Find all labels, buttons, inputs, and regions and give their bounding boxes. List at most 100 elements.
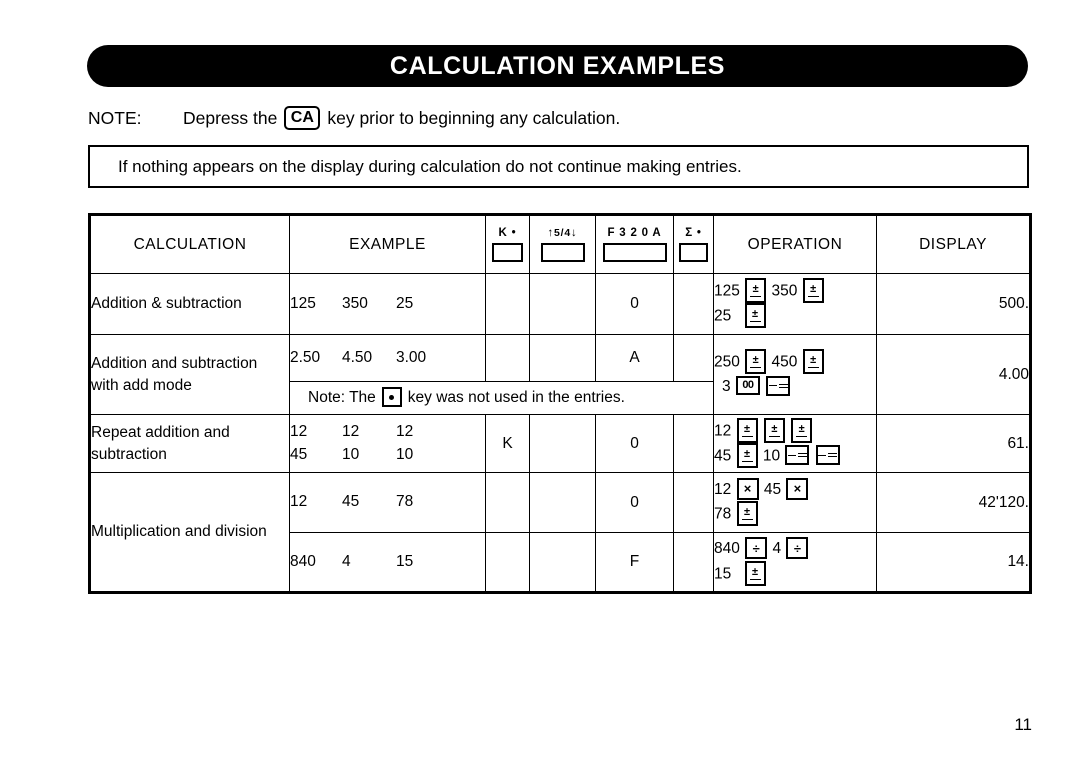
page-title: CALCULATION EXAMPLES <box>389 51 726 80</box>
row1-example: 125 350 25 <box>289 273 486 335</box>
calculation-examples-table: CALCULATION EXAMPLE K • ↑5/4↓ F 3 2 0 A … <box>88 213 1032 594</box>
row3-rounding-switch <box>529 414 596 473</box>
double-zero-key-icon: 00 <box>735 376 760 396</box>
warning-box: If nothing appears on the display during… <box>88 145 1029 188</box>
row2-note-before: Note: The <box>308 389 376 406</box>
row3-example: 12 12 12 45 10 10 <box>289 414 486 473</box>
row1-operation: 125 ± 350 ± 25 ± <box>713 273 877 335</box>
row3-operation: 12 ± ± ± 45 ± 10 <box>713 414 877 473</box>
row3-example-r2-num-1: 45 <box>290 445 308 463</box>
row3-op-entry-1: 12 <box>714 422 732 440</box>
row5-example-num-3: 15 <box>396 552 414 570</box>
row5-decimal-switch: F <box>595 532 674 593</box>
row3-example-r1-num-1: 12 <box>290 423 308 441</box>
row4-decimal-switch: 0 <box>595 472 674 533</box>
row1-display: 500. <box>876 273 1031 335</box>
table-row: Multiplication and division 12 45 78 0 12 … <box>89 472 1031 593</box>
grand-total-switch-box-icon <box>679 242 708 262</box>
row4-op-entry-1: 12 <box>714 480 732 498</box>
row5-example-num-2: 4 <box>342 552 351 570</box>
k-switch-label: K • <box>498 227 517 240</box>
decimal-switch-label: F 3 2 0 A <box>607 227 662 240</box>
row1-decimal-switch: 0 <box>595 273 674 335</box>
table-header-row: CALCULATION EXAMPLE K • ↑5/4↓ F 3 2 0 A … <box>89 214 1031 274</box>
rounding-switch-box-icon <box>540 242 585 262</box>
row1-sigma-switch <box>673 273 714 335</box>
plus-equals-key-icon: ± <box>791 417 813 443</box>
row2-k-switch <box>485 334 530 382</box>
row5-op-entry-2: 4 <box>772 540 782 558</box>
multiply-key-icon: × <box>736 477 759 500</box>
plus-equals-key-icon: ± <box>736 442 758 468</box>
row4-k-switch <box>485 472 530 533</box>
row4-sigma-switch <box>673 472 714 533</box>
minus-equals-key-icon <box>785 445 810 465</box>
row5-op-entry-1: 840 <box>714 540 740 558</box>
row2-sigma-switch <box>673 334 714 382</box>
note-text-after: key prior to beginning any calculation. <box>327 107 621 128</box>
row1-example-num-2: 350 <box>342 294 368 312</box>
row4-op-entry-3: 78 <box>714 505 732 523</box>
row3-example-r2-num-2: 10 <box>342 445 360 463</box>
row5-op-entry-3: 15 <box>714 565 732 583</box>
row2-decimal-switch: A <box>595 334 674 382</box>
row5-operation: 840 ÷ 4 ÷ 15 ± <box>713 532 877 593</box>
row1-op-entry-2: 350 <box>771 282 798 300</box>
row1-rounding-switch <box>529 273 596 335</box>
plus-equals-key-icon: ± <box>744 560 766 586</box>
header-grand-total-switch: Σ • <box>673 214 714 274</box>
header-operation: OPERATION <box>713 214 877 274</box>
row3-example-r1-num-2: 12 <box>342 423 360 441</box>
plus-equals-key-icon: ± <box>736 501 758 526</box>
row1-example-num-3: 25 <box>396 294 414 312</box>
row3-example-r1-num-3: 12 <box>396 423 414 441</box>
row2-example-num-2: 4.50 <box>342 348 373 366</box>
row2-op-entry-1: 250 <box>714 353 740 371</box>
row2-note-after: key was not used in the entries. <box>407 389 625 406</box>
row3-example-r2-num-3: 10 <box>396 445 414 463</box>
multiply-key-icon: × <box>786 477 809 500</box>
row5-example-num-1: 840 <box>290 552 316 570</box>
row4-example: 12 45 78 <box>289 472 486 533</box>
plus-equals-key-icon: ± <box>802 278 824 303</box>
decimal-point-key-icon <box>381 387 402 407</box>
plus-equals-key-icon: ± <box>763 417 785 443</box>
header-calculation: CALCULATION <box>89 214 290 274</box>
minus-equals-key-icon <box>766 375 791 396</box>
row2-example-note-cell: Note: The key was not used in the entrie… <box>289 381 714 415</box>
table-row: Addition & subtraction 125 350 25 0 125 ± … <box>89 273 1031 335</box>
row2-op-entry-2: 450 <box>771 353 798 371</box>
row4-display: 42'120. <box>876 472 1031 533</box>
note-line: NOTE: Depress the CA key prior to beginn… <box>88 103 1029 133</box>
divide-key-icon: ÷ <box>786 537 809 560</box>
row1-calculation: Addition & subtraction <box>89 273 290 335</box>
row3-k-switch: K <box>485 414 530 473</box>
row4-example-num-2: 45 <box>342 493 360 511</box>
row4-example-num-1: 12 <box>290 493 308 511</box>
plus-equals-key-icon: ± <box>745 348 767 374</box>
row4-rounding-switch <box>529 472 596 533</box>
row4-operation: 12 × 45 × 78 ± <box>713 472 877 533</box>
row1-example-num-1: 125 <box>290 294 316 312</box>
ca-key-icon: CA <box>284 106 321 130</box>
row1-k-switch <box>485 273 530 335</box>
grand-total-switch-label: Σ • <box>685 227 702 240</box>
k-switch-box-icon <box>492 242 523 262</box>
row3-op-entry-3: 10 <box>762 447 781 465</box>
row5-sigma-switch <box>673 532 714 593</box>
rounding-switch-label: ↑5/4↓ <box>547 227 578 240</box>
page-title-banner: CALCULATION EXAMPLES <box>87 45 1028 87</box>
row2-example-num-1: 2.50 <box>290 348 321 366</box>
row2-op-entry-3: 3 <box>722 377 731 395</box>
header-rounding-switch: ↑5/4↓ <box>529 214 596 274</box>
row3-op-entry-2: 45 <box>714 447 732 465</box>
row3-sigma-switch <box>673 414 714 473</box>
header-k-switch: K • <box>485 214 530 274</box>
row5-rounding-switch <box>529 532 596 593</box>
row2-calculation: Addition and subtraction with add mode <box>89 334 290 415</box>
decimal-switch-box-icon <box>602 242 667 262</box>
row2-example-num-3: 3.00 <box>396 348 427 366</box>
row4-calculation: Multiplication and division <box>89 472 290 593</box>
row2-rounding-switch <box>529 334 596 382</box>
note-label: NOTE: <box>88 107 142 128</box>
